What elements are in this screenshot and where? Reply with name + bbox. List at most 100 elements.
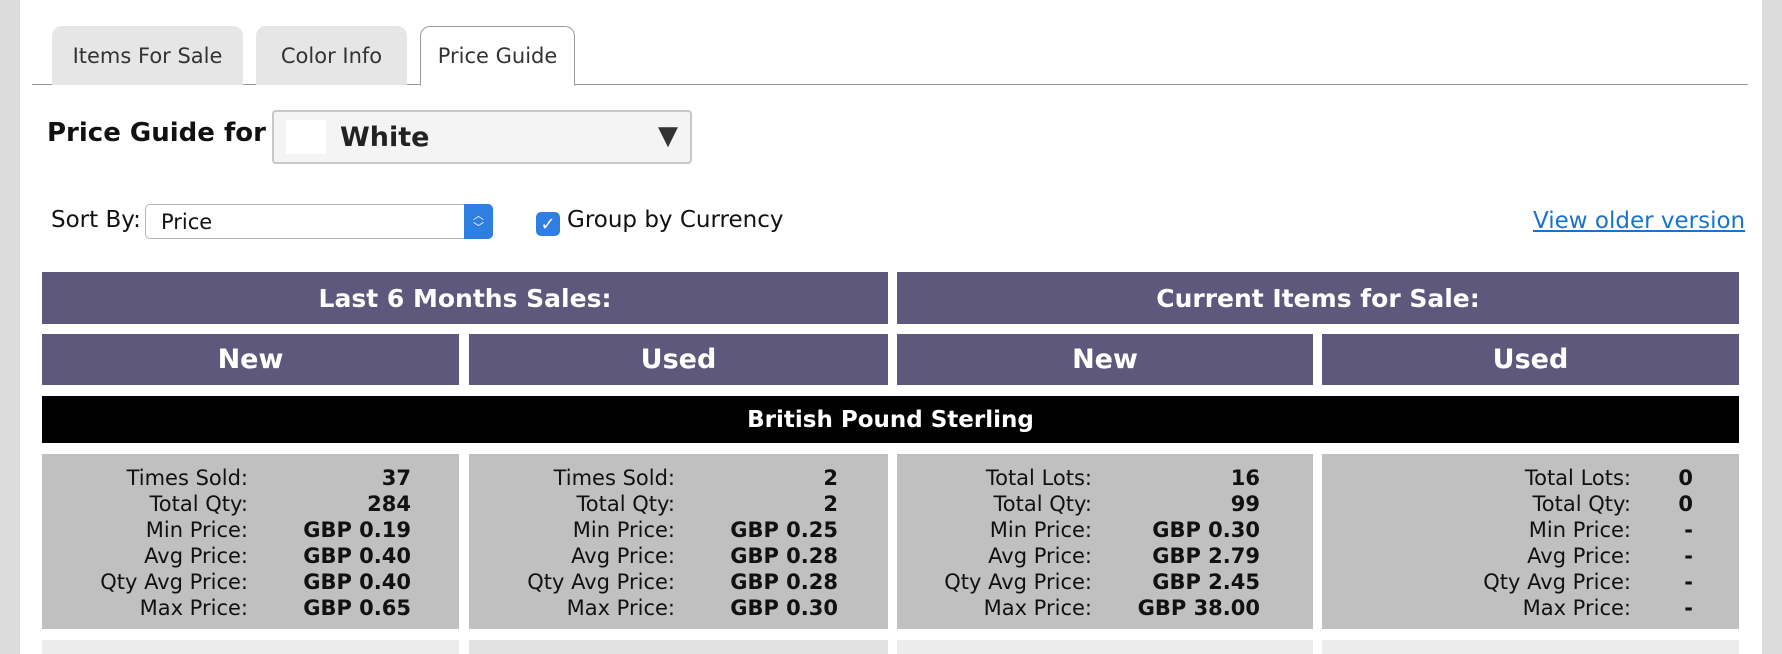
stat-label: Times Sold: <box>126 466 248 490</box>
stat-row: Total Qty: 2 <box>469 491 888 517</box>
current-new-stats: Total Lots: 16 Total Qty: 99 Min Price: GBP 0… <box>897 454 1313 629</box>
stat-value: 2 <box>823 492 838 516</box>
stat-value: GBP 0.28 <box>730 544 838 568</box>
stat-value: GBP 0.30 <box>1152 518 1260 542</box>
stat-label: Max Price: <box>1522 596 1631 620</box>
stat-value: GBP 0.40 <box>303 544 411 568</box>
stat-row: Qty Avg Price: - <box>1322 569 1739 595</box>
next-row-cell <box>897 640 1313 654</box>
next-row-cell <box>469 640 888 654</box>
stat-label: Avg Price: <box>571 544 675 568</box>
sort-by-value: Price <box>161 209 213 234</box>
stat-value: GBP 0.40 <box>303 570 411 594</box>
stat-value: GBP 0.28 <box>730 570 838 594</box>
stat-label: Min Price: <box>1528 518 1631 542</box>
stat-row: Qty Avg Price: GBP 0.28 <box>469 569 888 595</box>
stat-label: Qty Avg Price: <box>527 570 675 594</box>
stat-value: 2 <box>823 466 838 490</box>
stat-value: GBP 0.25 <box>730 518 838 542</box>
stat-value: GBP 0.19 <box>303 518 411 542</box>
group-by-currency-checkbox[interactable]: ✓ <box>536 212 560 236</box>
sales-used-stats: Times Sold: 2 Total Qty: 2 Min Price: GBP 0.2… <box>469 454 888 629</box>
color-select[interactable]: White ▼ <box>272 110 692 164</box>
stat-value: - <box>1684 518 1693 542</box>
stat-value: 37 <box>381 466 411 490</box>
stat-label: Times Sold: <box>553 466 675 490</box>
stat-label: Total Lots: <box>985 466 1092 490</box>
stat-row: Avg Price: GBP 0.28 <box>469 543 888 569</box>
current-used-header: Used <box>1322 334 1739 385</box>
stat-row: Total Qty: 284 <box>42 491 459 517</box>
stat-label: Qty Avg Price: <box>100 570 248 594</box>
stat-label: Total Qty: <box>149 492 248 516</box>
stat-row: Total Qty: 0 <box>1322 491 1739 517</box>
stat-value: GBP 2.79 <box>1152 544 1260 568</box>
stat-label: Qty Avg Price: <box>1483 570 1631 594</box>
stat-row: Total Lots: 16 <box>897 465 1313 491</box>
stat-row: Max Price: GBP 0.65 <box>42 595 459 621</box>
stat-value: 99 <box>1230 492 1260 516</box>
stat-row: Avg Price: - <box>1322 543 1739 569</box>
stat-label: Qty Avg Price: <box>944 570 1092 594</box>
last-6-months-header: Last 6 Months Sales: <box>42 272 888 324</box>
current-used-stats: Total Lots: 0 Total Qty: 0 Min Price: - Avg Pr… <box>1322 454 1739 629</box>
stat-value: - <box>1684 570 1693 594</box>
tab-color-info[interactable]: Color Info <box>256 26 407 85</box>
stat-label: Max Price: <box>983 596 1092 620</box>
tab-price-guide[interactable]: Price Guide <box>420 26 575 86</box>
group-by-currency-label[interactable]: Group by Currency <box>567 207 783 233</box>
stat-row: Qty Avg Price: GBP 0.40 <box>42 569 459 595</box>
stat-label: Min Price: <box>989 518 1092 542</box>
stat-label: Max Price: <box>139 596 248 620</box>
stat-label: Avg Price: <box>144 544 248 568</box>
current-new-header: New <box>897 334 1313 385</box>
next-row-cell <box>42 640 459 654</box>
stat-row: Avg Price: GBP 0.40 <box>42 543 459 569</box>
stat-row: Times Sold: 37 <box>42 465 459 491</box>
stat-value: GBP 0.30 <box>730 596 838 620</box>
stat-value: GBP 0.65 <box>303 596 411 620</box>
select-stepper-icon: ︿ ﹀ <box>464 204 493 239</box>
stat-label: Total Qty: <box>1532 492 1631 516</box>
currency-header: British Pound Sterling <box>42 396 1739 443</box>
sales-used-header: Used <box>469 334 888 385</box>
stat-label: Min Price: <box>145 518 248 542</box>
stat-row: Qty Avg Price: GBP 2.45 <box>897 569 1313 595</box>
stat-row: Min Price: - <box>1322 517 1739 543</box>
sales-new-stats: Times Sold: 37 Total Qty: 284 Min Price: GBP … <box>42 454 459 629</box>
view-older-version-link[interactable]: View older version <box>1533 208 1745 234</box>
stat-value: - <box>1684 544 1693 568</box>
price-guide-label: Price Guide for <box>47 118 266 148</box>
stat-label: Total Lots: <box>1524 466 1631 490</box>
stat-row: Total Lots: 0 <box>1322 465 1739 491</box>
page: Items For Sale Color Info Price Guide Pr… <box>20 0 1762 654</box>
stat-value: 16 <box>1230 466 1260 490</box>
stat-value: 0 <box>1678 466 1693 490</box>
dropdown-arrow-icon: ▼ <box>658 121 678 151</box>
stat-value: 284 <box>367 492 411 516</box>
stat-value: GBP 38.00 <box>1137 596 1260 620</box>
stat-row: Max Price: GBP 0.30 <box>469 595 888 621</box>
sort-by-label: Sort By: <box>51 207 141 233</box>
tab-bar: Items For Sale Color Info Price Guide <box>32 0 1748 86</box>
stat-row: Total Qty: 99 <box>897 491 1313 517</box>
color-swatch <box>286 120 326 154</box>
next-row-cell <box>1322 640 1739 654</box>
stat-value: GBP 2.45 <box>1152 570 1260 594</box>
stat-value: 0 <box>1678 492 1693 516</box>
stat-row: Min Price: GBP 0.19 <box>42 517 459 543</box>
stat-label: Avg Price: <box>1527 544 1631 568</box>
stat-label: Max Price: <box>566 596 675 620</box>
current-items-header: Current Items for Sale: <box>897 272 1739 324</box>
stat-row: Max Price: - <box>1322 595 1739 621</box>
sort-by-select[interactable]: Price ︿ ﹀ <box>145 204 493 239</box>
stat-row: Max Price: GBP 38.00 <box>897 595 1313 621</box>
tab-items-for-sale[interactable]: Items For Sale <box>52 26 243 85</box>
stat-value: - <box>1684 596 1693 620</box>
stat-label: Total Qty: <box>993 492 1092 516</box>
stat-row: Min Price: GBP 0.25 <box>469 517 888 543</box>
selected-color-name: White <box>340 121 430 153</box>
sales-new-header: New <box>42 334 459 385</box>
stat-row: Min Price: GBP 0.30 <box>897 517 1313 543</box>
stat-label: Avg Price: <box>988 544 1092 568</box>
